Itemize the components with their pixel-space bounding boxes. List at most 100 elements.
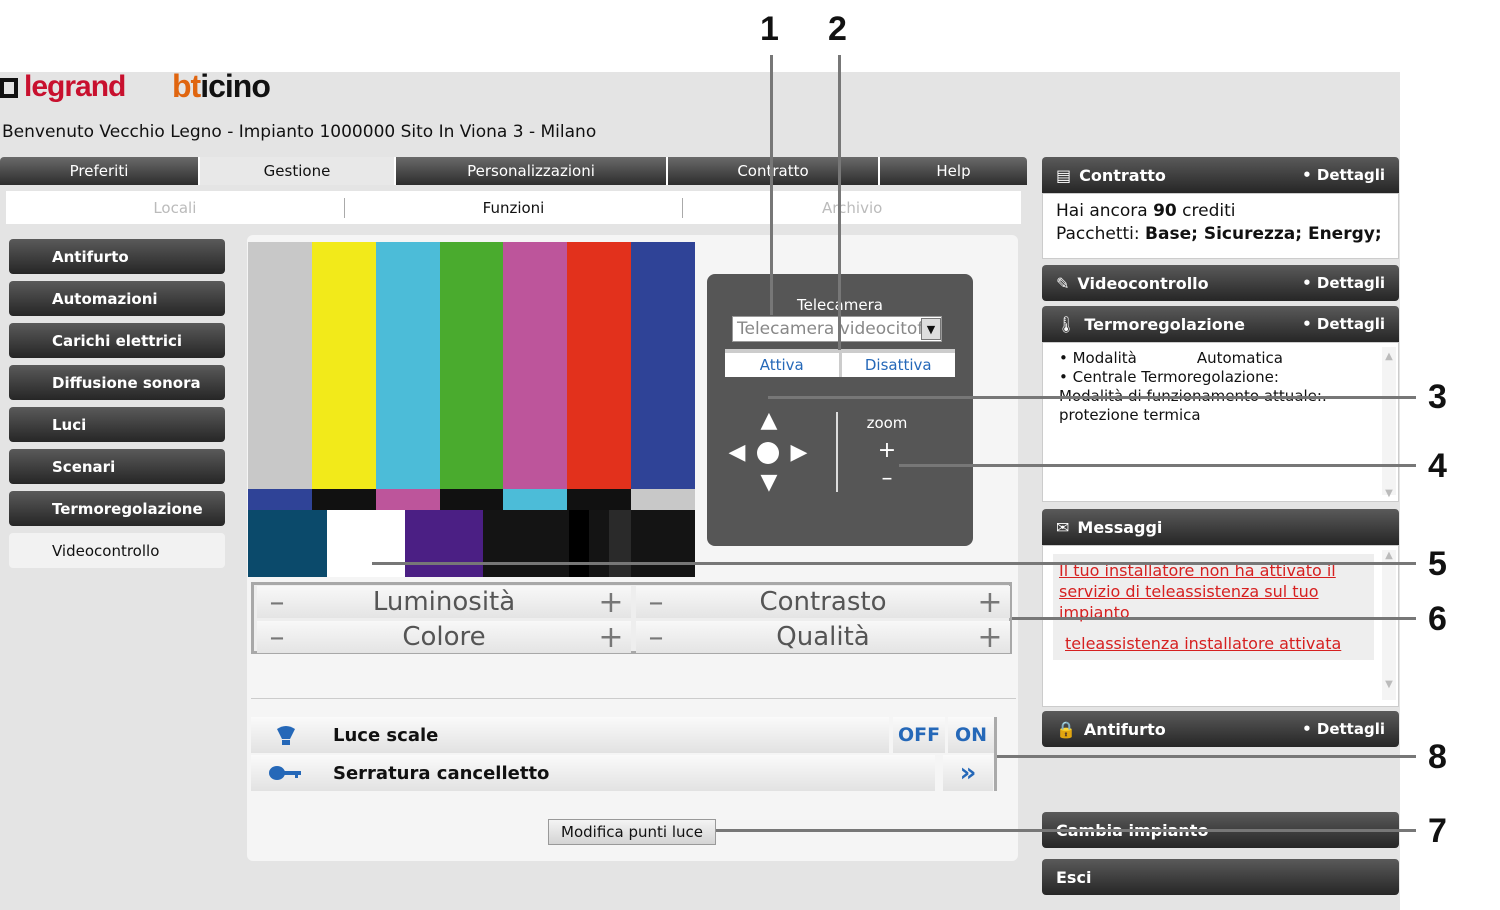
termoregolazione-panel-header: 🌡 Termoregolazione • Dettagli xyxy=(1042,306,1399,342)
callout-line xyxy=(768,396,1416,399)
on-button[interactable]: ON xyxy=(948,717,994,753)
sidebar-item-antifurto[interactable]: Antifurto xyxy=(9,239,225,274)
off-button[interactable]: OFF xyxy=(893,717,945,753)
sidebar-item-videocontrollo[interactable]: Videocontrollo xyxy=(9,533,225,568)
sidebar-item-scenari[interactable]: Scenari xyxy=(9,449,225,484)
scrollbar[interactable]: ▲ ▼ xyxy=(1382,347,1396,499)
device-label: Luce scale xyxy=(333,724,439,746)
subtab-funzioni[interactable]: Funzioni xyxy=(345,198,684,218)
callout-number: 6 xyxy=(1428,600,1447,638)
mode-label: • Modalità xyxy=(1059,349,1137,367)
sidebar-item-luci[interactable]: Luci xyxy=(9,407,225,442)
pan-left-icon[interactable]: ◀ xyxy=(725,441,749,465)
sidebar-item-carichi-elettrici[interactable]: Carichi elettrici xyxy=(9,323,225,358)
colore-plus-button[interactable]: + xyxy=(591,620,631,655)
esci-button[interactable]: Esci xyxy=(1042,859,1399,895)
tab-contratto[interactable]: Contratto xyxy=(668,157,880,185)
sidebar-item-automazioni[interactable]: Automazioni xyxy=(9,281,225,316)
pan-down-icon[interactable]: ▼ xyxy=(757,472,781,494)
camera-select[interactable]: Telecamera videocitofono ▼ xyxy=(732,316,942,342)
callout-line xyxy=(372,562,1416,565)
welcome-text: Benvenuto Vecchio Legno - Impianto 10000… xyxy=(2,122,597,142)
modifica-punti-luce-button[interactable]: Modifica punti luce xyxy=(548,819,716,845)
qualita-minus-button[interactable]: – xyxy=(636,620,676,655)
subtab-locali[interactable]: Locali xyxy=(6,198,345,218)
device-row-serratura: Serratura cancelletto xyxy=(251,755,935,791)
packages-text: Pacchetti: Base; Sicurezza; Energy; xyxy=(1056,224,1382,244)
thermometer-icon: 🌡 xyxy=(1056,314,1077,334)
contrasto-minus-button[interactable]: – xyxy=(636,585,676,620)
contratto-panel-header: ▤ Contratto • Dettagli xyxy=(1042,157,1399,193)
callout-line xyxy=(899,464,1416,467)
qualita-control: – Qualità + xyxy=(636,620,1010,655)
videocontrollo-panel-header[interactable]: ✎ Videocontrollo • Dettagli xyxy=(1042,265,1399,301)
messaggi-panel-body: Il tuo installatore non ha attivato il s… xyxy=(1042,545,1399,707)
deactivate-button[interactable]: Disattiva xyxy=(842,353,956,377)
luminosita-plus-button[interactable]: + xyxy=(591,585,631,620)
messaggi-panel-header: ✉ Messaggi xyxy=(1042,509,1399,545)
luminosita-minus-button[interactable]: – xyxy=(257,585,297,620)
pan-right-icon[interactable]: ▶ xyxy=(787,441,811,465)
qualita-label: Qualità xyxy=(776,622,870,652)
colore-control: – Colore + xyxy=(257,620,631,655)
subtab-archivio[interactable]: Archivio xyxy=(683,198,1021,218)
termoregolazione-details-link[interactable]: • Dettagli xyxy=(1302,315,1385,333)
message-text: teleassistenza installatore attivata xyxy=(1065,634,1342,653)
qualita-plus-button[interactable]: + xyxy=(970,620,1010,655)
esci-label: Esci xyxy=(1056,867,1092,887)
tab-personalizzazioni[interactable]: Personalizzazioni xyxy=(396,157,668,185)
callout-number: 4 xyxy=(1428,447,1447,485)
lightbulb-icon xyxy=(251,723,321,747)
callout-number: 8 xyxy=(1428,738,1447,776)
message-text: Il tuo installatore non ha attivato il s… xyxy=(1059,561,1336,622)
termoregolazione-panel-body: • Modalità Automatica • Centrale Termoreg… xyxy=(1042,342,1399,502)
callout-number: 3 xyxy=(1428,378,1447,416)
zoom-in-button[interactable]: + xyxy=(875,440,899,462)
envelope-icon: ✉ xyxy=(1056,517,1070,537)
camera-select-value: Telecamera videocitofono xyxy=(737,319,921,339)
contratto-details-link[interactable]: • Dettagli xyxy=(1302,166,1385,184)
wrench-icon: ✎ xyxy=(1056,273,1070,293)
messaggi-title: Messaggi xyxy=(1077,517,1163,537)
message-item[interactable]: Il tuo installatore non ha attivato il s… xyxy=(1053,554,1374,660)
contrasto-plus-button[interactable]: + xyxy=(970,585,1010,620)
protection-text: protezione termica xyxy=(1059,406,1201,424)
sub-nav: Locali Funzioni Archivio xyxy=(6,191,1021,224)
callout-line xyxy=(997,755,1416,758)
chevron-down-icon[interactable]: ▼ xyxy=(921,318,941,340)
device-row-luce-scale: Luce scale xyxy=(251,717,889,753)
mode-value: Automatica xyxy=(1196,349,1283,367)
device-label: Serratura cancelletto xyxy=(333,762,550,784)
pan-center-icon[interactable] xyxy=(757,442,779,464)
colore-minus-button[interactable]: – xyxy=(257,620,297,655)
antifurto-panel-header[interactable]: 🔒 Antifurto • Dettagli xyxy=(1042,711,1399,747)
bracket xyxy=(994,717,997,791)
luminosita-label: Luminosità xyxy=(372,587,516,617)
callout-number: 2 xyxy=(828,10,847,48)
antifurto-details-link[interactable]: • Dettagli xyxy=(1302,720,1385,738)
scrollbar[interactable]: ▲ ▼ xyxy=(1382,550,1396,700)
contratto-panel-body: Hai ancora 90 crediti Pacchetti: Base; S… xyxy=(1042,193,1399,259)
sidebar-item-diffusione-sonora[interactable]: Diffusione sonora xyxy=(9,365,225,400)
separator xyxy=(251,698,1016,699)
tab-help[interactable]: Help xyxy=(880,157,1027,185)
zoom-out-button[interactable]: – xyxy=(875,468,899,490)
callout-number: 5 xyxy=(1428,545,1447,583)
open-gate-button[interactable]: » xyxy=(943,755,993,791)
videocontrollo-details-link[interactable]: • Dettagli xyxy=(1302,274,1385,292)
credits-text: Hai ancora 90 crediti xyxy=(1056,201,1236,221)
callout-number: 7 xyxy=(1428,812,1447,850)
contrasto-control: – Contrasto + xyxy=(636,585,1010,620)
callout-line xyxy=(716,829,1416,832)
pan-up-icon[interactable]: ▲ xyxy=(757,410,781,432)
sidebar-item-termoregolazione[interactable]: Termoregolazione xyxy=(9,491,225,526)
legrand-logo: legrand xyxy=(0,70,126,104)
tab-gestione[interactable]: Gestione xyxy=(200,157,396,185)
callout-line xyxy=(1012,617,1416,620)
tab-preferiti[interactable]: Preferiti xyxy=(0,157,200,185)
activate-button[interactable]: Attiva xyxy=(725,353,842,377)
zoom-label: zoom xyxy=(866,414,908,432)
contratto-title: Contratto xyxy=(1079,165,1166,185)
image-adjustments: – Luminosità + – Contrasto + – Colore + … xyxy=(251,582,1012,655)
key-icon xyxy=(251,765,321,781)
